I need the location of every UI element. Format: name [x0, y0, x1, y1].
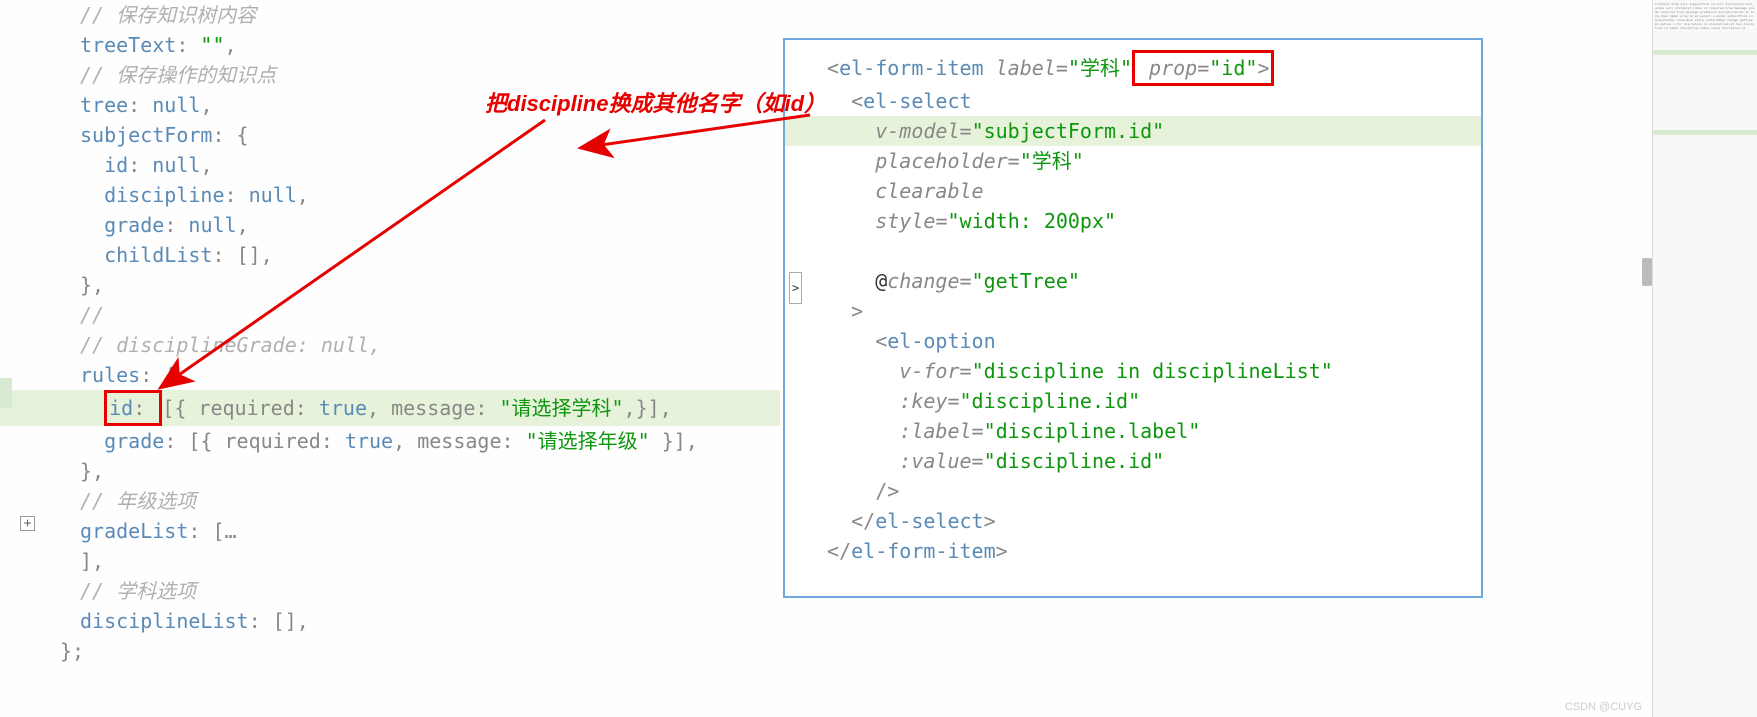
code-line [785, 236, 1481, 266]
highlighted-line-id-rule: id: [{ required: true, message: "请选择学科",… [0, 390, 780, 426]
code-line: discipline: null, [0, 180, 780, 210]
minimap-preview: treeText tree null subjectForm id null d… [1653, 0, 1757, 32]
code-line: +gradeList: [… [0, 516, 780, 546]
watermark: CSDN @CUYG [1565, 701, 1642, 713]
highlighted-line-vmodel: v-model="subjectForm.id" [785, 116, 1481, 146]
code-line: /> [785, 476, 1481, 506]
scrollbar-thumb[interactable] [1642, 258, 1652, 286]
code-comment: // 学科选项 [80, 579, 196, 603]
right-code-popup[interactable]: <el-form-item label="学科" prop="id"> <el-… [783, 38, 1483, 598]
code-line: </el-form-item> [785, 536, 1481, 566]
code-line: }; [0, 636, 780, 666]
code-line: placeholder="学科" [785, 146, 1481, 176]
annotation-text: 把discipline换成其他名字（如id） [485, 86, 826, 118]
fold-icon[interactable]: > [789, 272, 802, 304]
code-line: childList: [], [0, 240, 780, 270]
code-line: v-for="discipline in disciplineList" [785, 356, 1481, 386]
code-line: <el-option [785, 326, 1481, 356]
code-line: </el-select> [785, 506, 1481, 536]
diff-marker [0, 378, 12, 408]
code-line: grade: null, [0, 210, 780, 240]
code-comment: // 年级选项 [80, 489, 196, 513]
code-line: > [785, 296, 1481, 326]
minimap[interactable]: treeText tree null subjectForm id null d… [1652, 0, 1757, 717]
minimap-highlight [1653, 130, 1757, 135]
code-line: id: null, [0, 150, 780, 180]
code-line: ], [0, 546, 780, 576]
code-line: }, [0, 270, 780, 300]
code-line: treeText: "", [0, 30, 780, 60]
code-line: <el-form-item label="学科" prop="id"> [785, 50, 1481, 86]
red-highlight-prop: prop="id"> [1132, 50, 1274, 86]
code-comment: // 保存操作的知识点 [80, 63, 276, 87]
code-comment: // [80, 303, 104, 327]
code-line: style="width: 200px" [785, 206, 1481, 236]
code-line: }, [0, 456, 780, 486]
code-comment: // disciplineGrade: null, [80, 333, 381, 357]
code-line: rules: { [0, 360, 780, 390]
fold-icon[interactable]: + [20, 516, 35, 531]
code-line: > @change="getTree" [785, 266, 1481, 296]
code-line: grade: [{ required: true, message: "请选择年… [0, 426, 780, 456]
red-highlight-id: id: [104, 390, 162, 426]
code-line: :value="discipline.id" [785, 446, 1481, 476]
minimap-highlight [1653, 50, 1757, 55]
code-line: subjectForm: { [0, 120, 780, 150]
code-line: clearable [785, 176, 1481, 206]
code-line: disciplineList: [], [0, 606, 780, 636]
code-comment: // 保存知识树内容 [80, 3, 256, 27]
code-line: :key="discipline.id" [785, 386, 1481, 416]
code-line: <el-select [785, 86, 1481, 116]
code-line: :label="discipline.label" [785, 416, 1481, 446]
